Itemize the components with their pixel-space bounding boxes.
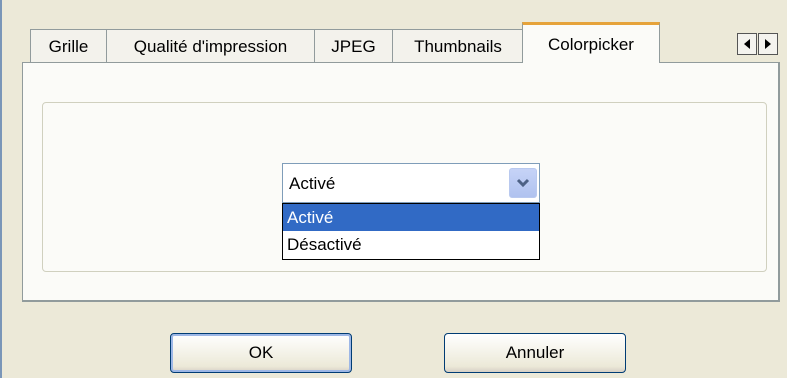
tab-label: Qualité d'impression [133, 37, 288, 56]
tab-label: Grille [48, 37, 89, 56]
tab-label: Thumbnails [414, 37, 502, 56]
tab-grille[interactable]: Grille [30, 29, 107, 62]
tab-label: Colorpicker [548, 35, 634, 54]
tab-colorpicker[interactable]: Colorpicker [522, 22, 660, 63]
tab-qualite-impression[interactable]: Qualité d'impression [106, 29, 315, 62]
cancel-button-label: Annuler [505, 343, 565, 362]
ok-button-label: OK [248, 343, 274, 362]
tab-jpeg[interactable]: JPEG [314, 29, 393, 62]
triangle-left-icon [744, 39, 750, 49]
tab-scroll-left-button[interactable] [737, 33, 757, 55]
dropdown-option-active[interactable]: Activé [283, 204, 539, 231]
tab-label: JPEG [331, 37, 376, 56]
dropdown-button[interactable] [509, 168, 537, 198]
select-value: Activé [289, 174, 336, 193]
tab-scroll-right-button[interactable] [758, 33, 778, 55]
chevron-down-icon [516, 178, 530, 188]
colorpicker-select[interactable]: Activé [282, 163, 540, 203]
dropdown-list: Activé Désactivé [282, 203, 540, 260]
triangle-right-icon [765, 39, 771, 49]
dropdown-option-inactive[interactable]: Désactivé [283, 231, 539, 258]
window-frame-edge [0, 0, 2, 378]
ok-button[interactable]: OK [170, 333, 352, 373]
cancel-button[interactable]: Annuler [444, 333, 626, 373]
tab-thumbnails[interactable]: Thumbnails [392, 29, 524, 62]
